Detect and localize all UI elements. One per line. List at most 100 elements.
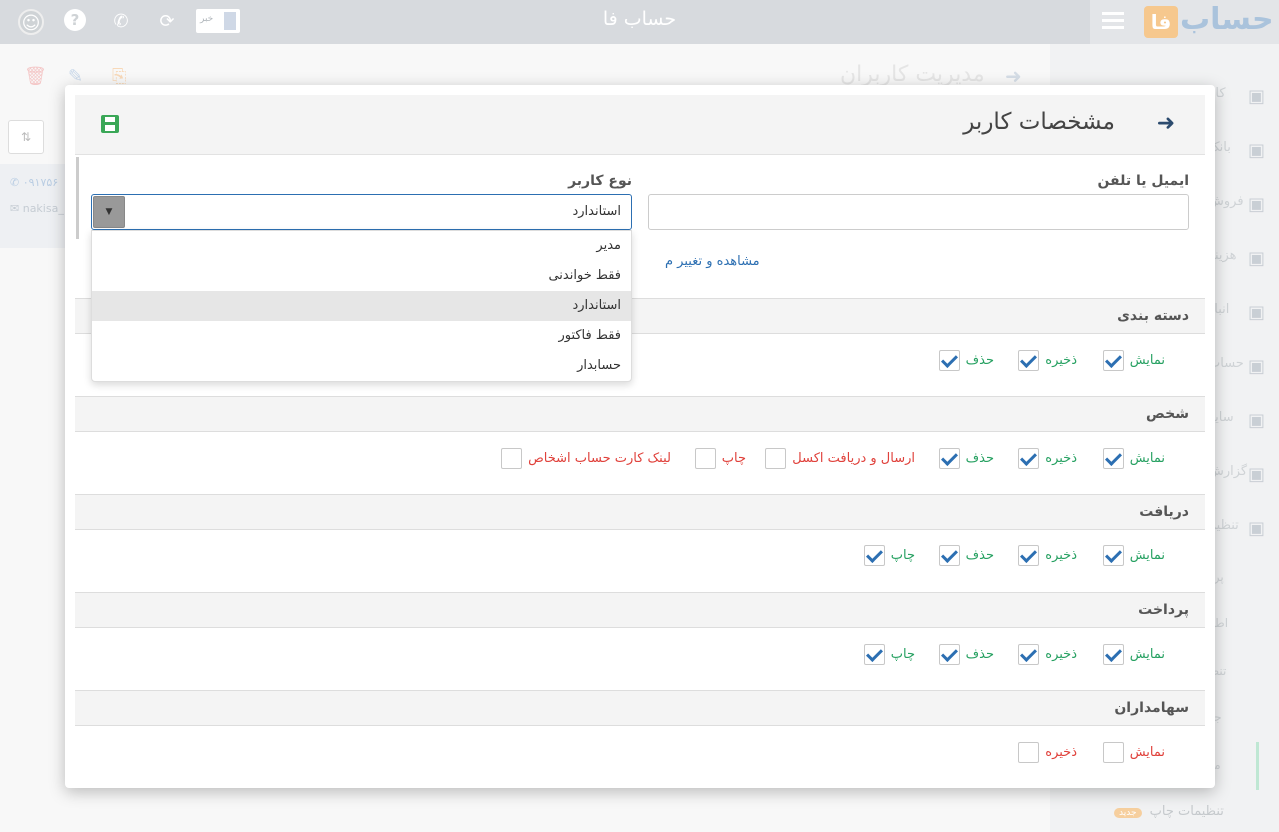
sidebar-item[interactable]: انبار ▣: [1208, 302, 1268, 323]
dropdown-option-selected[interactable]: استاندارد: [92, 291, 631, 321]
view-change-link[interactable]: مشاهده و تغییر م: [665, 254, 760, 269]
section-header-payment: پرداخت: [75, 592, 1205, 628]
help-icon[interactable]: ?: [64, 9, 86, 31]
perm-delete[interactable]: حذف: [938, 643, 994, 665]
perm-label: نمایش: [1129, 352, 1165, 368]
dropdown-option[interactable]: مدیر: [92, 231, 631, 261]
email-field[interactable]: [648, 194, 1189, 230]
checkbox[interactable]: [1102, 544, 1124, 566]
logo-icon: فا: [1144, 6, 1178, 38]
checkbox[interactable]: [1102, 349, 1124, 371]
save-icon[interactable]: [101, 115, 119, 133]
sidebar-item[interactable]: هزینه ▣: [1208, 248, 1268, 269]
perm-save[interactable]: ذخیره: [1018, 741, 1077, 763]
sort-button[interactable]: ⇅: [8, 120, 44, 154]
perm-view[interactable]: نمایش: [1102, 741, 1165, 763]
checkbox[interactable]: [1102, 447, 1124, 469]
checkbox[interactable]: [863, 544, 885, 566]
user-type-dropdown: مدیر فقط خواندنی استاندارد فقط فاکتور حس…: [91, 230, 632, 382]
dropdown-option[interactable]: حسابدار: [92, 351, 631, 381]
perm-label: ذخیره: [1045, 744, 1077, 760]
sidebar-item[interactable]: تنظیم ▣: [1208, 518, 1268, 539]
perm-view[interactable]: نمایش: [1102, 643, 1165, 665]
user-name-text: nakisa_: [22, 202, 64, 215]
perm-label: چاپ: [890, 646, 915, 662]
section-title: شخص: [1146, 406, 1189, 422]
section-title: دریافت: [1139, 504, 1189, 520]
sidebar-item[interactable]: سایر ▣: [1208, 410, 1268, 431]
sync-icon[interactable]: ⟳: [154, 9, 180, 35]
new-document-icon[interactable]: ⎘: [112, 66, 126, 87]
sidebar-item[interactable]: فروش ▣: [1208, 194, 1268, 215]
perm-label: نمایش: [1129, 547, 1165, 563]
checkbox[interactable]: [1018, 349, 1040, 371]
trash-icon[interactable]: 🗑: [24, 66, 47, 87]
chevron-down-icon[interactable]: ▼: [93, 196, 125, 228]
perm-view[interactable]: نمایش: [1102, 447, 1165, 469]
bank-icon: ▣: [1248, 140, 1266, 161]
report-icon: ▣: [1248, 464, 1266, 485]
form-side-bar: [76, 157, 79, 239]
news-label: خبر: [200, 14, 214, 24]
sidebar-item[interactable]: گزارش ▣: [1208, 464, 1268, 485]
checkbox[interactable]: [938, 544, 960, 566]
checkbox[interactable]: [1018, 643, 1040, 665]
perm-label: لینک کارت حساب اشخاص: [528, 450, 671, 466]
sidebar-item[interactable]: کالا ▣: [1208, 86, 1268, 107]
sales-icon: ▣: [1248, 194, 1266, 215]
perm-print[interactable]: چاپ: [694, 447, 746, 469]
checkbox[interactable]: [938, 447, 960, 469]
user-type-select[interactable]: استاندارد ▼: [91, 194, 632, 230]
perm-delete[interactable]: حذف: [938, 544, 994, 566]
checkbox[interactable]: [863, 643, 885, 665]
user-details-modal: مشخصات کاربر ➜ ایمیل یا تلفن نوع کاربر ا…: [65, 85, 1215, 788]
menu-icon[interactable]: [1102, 12, 1124, 30]
checkbox[interactable]: [765, 447, 787, 469]
perm-label: ذخیره: [1045, 646, 1077, 662]
perm-save[interactable]: ذخیره: [1018, 643, 1077, 665]
checkbox[interactable]: [938, 349, 960, 371]
checkbox[interactable]: [1102, 643, 1124, 665]
sidebar-item[interactable]: حساب ▣: [1208, 356, 1268, 377]
perm-label: نمایش: [1129, 646, 1165, 662]
dropdown-option[interactable]: فقط فاکتور: [92, 321, 631, 351]
news-button[interactable]: خبر: [196, 9, 240, 33]
perm-save[interactable]: ذخیره: [1018, 447, 1077, 469]
back-arrow-icon[interactable]: ➜: [1157, 111, 1175, 136]
checkbox[interactable]: [501, 447, 523, 469]
checkbox[interactable]: [1018, 741, 1040, 763]
checkbox[interactable]: [694, 447, 716, 469]
sidebar-item-label: تنظیمات چاپ: [1149, 804, 1224, 819]
perm-view[interactable]: نمایش: [1102, 544, 1165, 566]
perm-label: چاپ: [890, 547, 915, 563]
sidebar-item-print-settings[interactable]: جدید تنظیمات چاپ: [1114, 804, 1224, 819]
perm-label: ذخیره: [1045, 547, 1077, 563]
perm-print[interactable]: چاپ: [863, 643, 915, 665]
perm-save[interactable]: ذخیره: [1018, 349, 1077, 371]
sidebar-item[interactable]: بانک ▣: [1208, 140, 1268, 161]
user-type-value: استاندارد: [572, 204, 621, 219]
other-icon: ▣: [1248, 410, 1266, 431]
user-type-label: نوع کاربر: [568, 173, 632, 189]
avatar[interactable]: ☺: [18, 9, 44, 35]
modal-header: مشخصات کاربر ➜: [75, 95, 1205, 155]
perm-print[interactable]: چاپ: [863, 544, 915, 566]
checkbox[interactable]: [938, 643, 960, 665]
perm-delete[interactable]: حذف: [938, 447, 994, 469]
perm-save[interactable]: ذخیره: [1018, 544, 1077, 566]
checkbox[interactable]: [1018, 447, 1040, 469]
perm-view[interactable]: نمایش: [1102, 349, 1165, 371]
edit-icon[interactable]: ✎: [68, 66, 83, 87]
perm-excel[interactable]: ارسال و دریافت اکسل: [765, 447, 915, 469]
perm-delete[interactable]: حذف: [938, 349, 994, 371]
perm-account-card-link[interactable]: لینک کارت حساب اشخاص: [501, 447, 671, 469]
perm-label: ارسال و دریافت اکسل: [792, 450, 915, 466]
perm-label: حذف: [965, 646, 994, 662]
perm-label: ذخیره: [1045, 352, 1077, 368]
checkbox[interactable]: [1102, 741, 1124, 763]
checkbox[interactable]: [1018, 544, 1040, 566]
perm-label: نمایش: [1129, 744, 1165, 760]
dropdown-option[interactable]: فقط خواندنی: [92, 261, 631, 291]
phone-icon[interactable]: ✆: [108, 9, 134, 35]
user-phone-text: ۰۹۱۷۵۶: [22, 176, 59, 189]
